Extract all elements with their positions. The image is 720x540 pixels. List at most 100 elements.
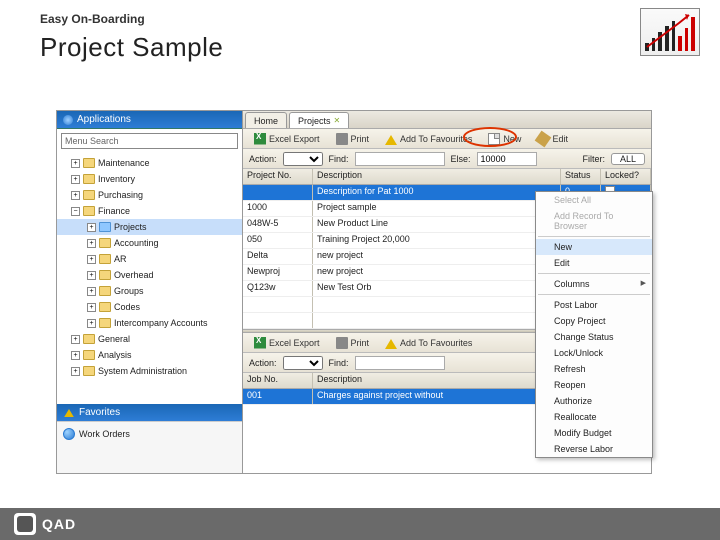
tree-label: Inventory bbox=[98, 174, 135, 184]
tree-label: Overhead bbox=[114, 270, 154, 280]
tree-label: Accounting bbox=[114, 238, 159, 248]
tree-item[interactable]: +Analysis bbox=[57, 347, 242, 363]
close-icon[interactable]: ✕ bbox=[334, 116, 341, 125]
menu-search-input[interactable] bbox=[61, 133, 238, 149]
tree-item[interactable]: + Accounting bbox=[57, 235, 242, 251]
tree-label: General bbox=[98, 334, 130, 344]
ctx-copy-project[interactable]: Copy Project bbox=[536, 313, 652, 329]
favorite-label: Work Orders bbox=[79, 429, 130, 439]
ctx-columns[interactable]: Columns bbox=[536, 276, 652, 292]
ctx-change-status[interactable]: Change Status bbox=[536, 329, 652, 345]
else-input[interactable] bbox=[477, 152, 537, 166]
print-button-bot[interactable]: Print bbox=[331, 335, 375, 351]
tab-home[interactable]: Home bbox=[245, 112, 287, 128]
ctx-lock[interactable]: Lock/Unlock bbox=[536, 345, 652, 361]
applications-title: Applications bbox=[77, 114, 131, 125]
pencil-icon bbox=[535, 130, 552, 147]
star-icon bbox=[385, 133, 397, 145]
nav-tree: + Maintenance + Inventory +Purchasing − Financ… bbox=[57, 153, 242, 404]
excel-export-label: Excel Export bbox=[269, 134, 320, 144]
favorites-list: Work Orders bbox=[57, 421, 242, 473]
searchbar-top: Action: Find: Else: Filter: ALL bbox=[243, 149, 651, 169]
folder-icon bbox=[99, 286, 111, 296]
ctx-select-all[interactable]: Select All bbox=[536, 192, 652, 208]
excel-export-button[interactable]: Excel Export bbox=[249, 131, 325, 147]
expand-toggle[interactable]: + bbox=[71, 335, 80, 344]
action-label: Action: bbox=[249, 154, 277, 164]
tab-projects[interactable]: Projects✕ bbox=[289, 112, 349, 128]
tree-item[interactable]: + General bbox=[57, 331, 242, 347]
tree-item[interactable]: +Purchasing bbox=[57, 187, 242, 203]
find-input[interactable] bbox=[355, 152, 445, 166]
tree-item[interactable]: +System Administration bbox=[57, 363, 242, 379]
tree-label: Finance bbox=[98, 206, 130, 216]
ctx-new[interactable]: New bbox=[536, 239, 652, 255]
folder-icon bbox=[83, 174, 95, 184]
footer: QAD bbox=[0, 508, 720, 540]
tree-label: AR bbox=[114, 254, 127, 264]
favorite-item[interactable]: Work Orders bbox=[63, 426, 236, 442]
expand-toggle[interactable]: + bbox=[71, 367, 80, 376]
ctx-authorize[interactable]: Authorize bbox=[536, 393, 652, 409]
ctx-reopen[interactable]: Reopen bbox=[536, 377, 652, 393]
col-status[interactable]: Status bbox=[561, 169, 601, 184]
folder-icon bbox=[83, 334, 95, 344]
tree-label: Intercompany Accounts bbox=[114, 318, 208, 328]
tree-item[interactable]: +Groups bbox=[57, 283, 242, 299]
add-favourite-button[interactable]: Add To Favourites bbox=[380, 131, 477, 147]
new-button[interactable]: New bbox=[483, 131, 526, 147]
tree-item[interactable]: + Maintenance bbox=[57, 155, 242, 171]
tree-item[interactable]: − Finance bbox=[57, 203, 242, 219]
folder-icon bbox=[99, 270, 111, 280]
applications-header: Applications bbox=[57, 111, 242, 129]
add-favourite-button-bot[interactable]: Add To Favourites bbox=[380, 335, 477, 351]
print-button[interactable]: Print bbox=[331, 131, 375, 147]
expand-toggle[interactable]: + bbox=[87, 223, 96, 232]
find-input-bot[interactable] bbox=[355, 356, 445, 370]
tree-item[interactable]: +Projects bbox=[57, 219, 242, 235]
folder-icon bbox=[83, 190, 95, 200]
tree-item[interactable]: + Inventory bbox=[57, 171, 242, 187]
expand-toggle[interactable]: + bbox=[87, 319, 96, 328]
col-project-no[interactable]: Project No. bbox=[243, 169, 313, 184]
filter-label: Filter: bbox=[582, 154, 605, 164]
expand-toggle[interactable]: − bbox=[71, 207, 80, 216]
expand-toggle[interactable]: + bbox=[71, 351, 80, 360]
action-select-bot[interactable] bbox=[283, 356, 323, 370]
new-icon bbox=[488, 133, 500, 145]
slide-subtitle: Easy On-Boarding bbox=[40, 12, 680, 26]
ctx-reverse-labor[interactable]: Reverse Labor bbox=[536, 441, 652, 457]
excel-export-button-bot[interactable]: Excel Export bbox=[249, 335, 325, 351]
projects-grid-header: Project No. Description Status Locked? bbox=[243, 169, 651, 185]
ctx-reallocate[interactable]: Reallocate bbox=[536, 409, 652, 425]
excel-icon bbox=[254, 337, 266, 349]
col-description[interactable]: Description bbox=[313, 169, 561, 184]
ctx-refresh[interactable]: Refresh bbox=[536, 361, 652, 377]
tree-item[interactable]: + Intercompany Accounts bbox=[57, 315, 242, 331]
tree-item[interactable]: + AR bbox=[57, 251, 242, 267]
ctx-modify-budget[interactable]: Modify Budget bbox=[536, 425, 652, 441]
tree-item[interactable]: + Codes bbox=[57, 299, 242, 315]
action-select[interactable] bbox=[283, 152, 323, 166]
expand-toggle[interactable]: + bbox=[87, 287, 96, 296]
tree-label: Maintenance bbox=[98, 158, 150, 168]
edit-button[interactable]: Edit bbox=[532, 131, 573, 147]
folder-icon bbox=[99, 302, 111, 312]
ctx-add-record[interactable]: Add Record To Browser bbox=[536, 208, 652, 234]
expand-toggle[interactable]: + bbox=[87, 271, 96, 280]
folder-icon bbox=[83, 206, 95, 216]
col-job-no[interactable]: Job No. bbox=[243, 373, 313, 388]
expand-toggle[interactable]: + bbox=[87, 239, 96, 248]
ctx-edit[interactable]: Edit bbox=[536, 255, 652, 271]
folder-icon bbox=[99, 238, 111, 248]
tree-item[interactable]: + Overhead bbox=[57, 267, 242, 283]
col-locked[interactable]: Locked? bbox=[601, 169, 651, 184]
expand-toggle[interactable]: + bbox=[71, 191, 80, 200]
filter-select[interactable]: ALL bbox=[611, 153, 645, 165]
expand-toggle[interactable]: + bbox=[71, 175, 80, 184]
tree-label: Codes bbox=[114, 302, 140, 312]
expand-toggle[interactable]: + bbox=[87, 255, 96, 264]
expand-toggle[interactable]: + bbox=[71, 159, 80, 168]
expand-toggle[interactable]: + bbox=[87, 303, 96, 312]
ctx-post-labor[interactable]: Post Labor bbox=[536, 297, 652, 313]
